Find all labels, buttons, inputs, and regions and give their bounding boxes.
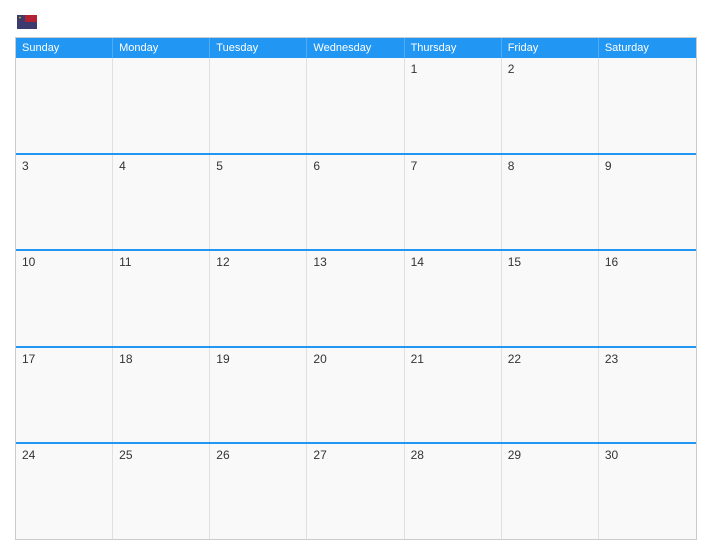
day-cell: 20 [307, 348, 404, 443]
weeks-container: 1234567891011121314151617181920212223242… [16, 58, 696, 539]
day-header-saturday: Saturday [599, 38, 696, 58]
day-number: 13 [313, 255, 326, 269]
day-cell: 30 [599, 444, 696, 539]
day-number: 22 [508, 352, 521, 366]
day-cell: 11 [113, 251, 210, 346]
day-cell: 29 [502, 444, 599, 539]
day-cell [113, 58, 210, 153]
day-number: 23 [605, 352, 618, 366]
day-number: 11 [119, 255, 131, 269]
day-number: 28 [411, 448, 424, 462]
day-header-tuesday: Tuesday [210, 38, 307, 58]
logo [15, 15, 37, 29]
week-row-5: 24 25 26 27 28 29 30 [16, 442, 696, 539]
day-number: 29 [508, 448, 521, 462]
day-cell: 28 [405, 444, 502, 539]
day-cell [16, 58, 113, 153]
week-row-3: 10 11 12 13 14 15 16 [16, 249, 696, 346]
day-cell: 15 [502, 251, 599, 346]
day-cell: 4 [113, 155, 210, 250]
day-number: 14 [411, 255, 424, 269]
calendar-page: SundayMondayTuesdayWednesdayThursdayFrid… [0, 0, 712, 550]
day-number: 30 [605, 448, 618, 462]
day-cell: 25 [113, 444, 210, 539]
day-cell: 12 [210, 251, 307, 346]
day-cell: 9 [599, 155, 696, 250]
day-number: 6 [313, 159, 320, 173]
day-cell: 3 [16, 155, 113, 250]
week-row-1: 12 [16, 58, 696, 153]
day-number: 20 [313, 352, 326, 366]
day-cell: 13 [307, 251, 404, 346]
day-cell: 19 [210, 348, 307, 443]
day-number: 4 [119, 159, 126, 173]
day-cell: 6 [307, 155, 404, 250]
day-number: 7 [411, 159, 418, 173]
day-cell: 27 [307, 444, 404, 539]
day-header-wednesday: Wednesday [307, 38, 404, 58]
day-cell: 24 [16, 444, 113, 539]
day-number: 2 [508, 62, 515, 76]
day-number: 1 [411, 62, 418, 76]
logo-flag-icon [17, 15, 37, 29]
day-header-sunday: Sunday [16, 38, 113, 58]
day-cell: 26 [210, 444, 307, 539]
day-cell: 18 [113, 348, 210, 443]
day-number: 27 [313, 448, 326, 462]
day-cell: 22 [502, 348, 599, 443]
day-cell: 10 [16, 251, 113, 346]
day-cell: 16 [599, 251, 696, 346]
day-number: 19 [216, 352, 229, 366]
day-cell: 14 [405, 251, 502, 346]
week-row-2: 3 4 5 6 7 8 9 [16, 153, 696, 250]
day-cell [599, 58, 696, 153]
calendar-grid: SundayMondayTuesdayWednesdayThursdayFrid… [15, 37, 697, 540]
day-number: 10 [22, 255, 35, 269]
day-cell: 1 [405, 58, 502, 153]
day-number: 9 [605, 159, 612, 173]
day-cell: 17 [16, 348, 113, 443]
day-cell: 7 [405, 155, 502, 250]
calendar-header [15, 10, 697, 37]
week-row-4: 17 18 19 20 21 22 23 [16, 346, 696, 443]
day-number: 26 [216, 448, 229, 462]
day-number: 15 [508, 255, 521, 269]
day-cell: 5 [210, 155, 307, 250]
day-number: 25 [119, 448, 132, 462]
day-cell [307, 58, 404, 153]
day-number: 17 [22, 352, 35, 366]
day-cell: 2 [502, 58, 599, 153]
day-cell: 21 [405, 348, 502, 443]
day-number: 16 [605, 255, 618, 269]
day-number: 24 [22, 448, 35, 462]
day-header-monday: Monday [113, 38, 210, 58]
day-headers-row: SundayMondayTuesdayWednesdayThursdayFrid… [16, 38, 696, 58]
day-number: 8 [508, 159, 515, 173]
day-number: 3 [22, 159, 29, 173]
day-number: 5 [216, 159, 223, 173]
day-number: 21 [411, 352, 424, 366]
day-cell: 23 [599, 348, 696, 443]
day-cell [210, 58, 307, 153]
day-header-friday: Friday [502, 38, 599, 58]
day-number: 12 [216, 255, 229, 269]
day-cell: 8 [502, 155, 599, 250]
day-header-thursday: Thursday [405, 38, 502, 58]
day-number: 18 [119, 352, 132, 366]
